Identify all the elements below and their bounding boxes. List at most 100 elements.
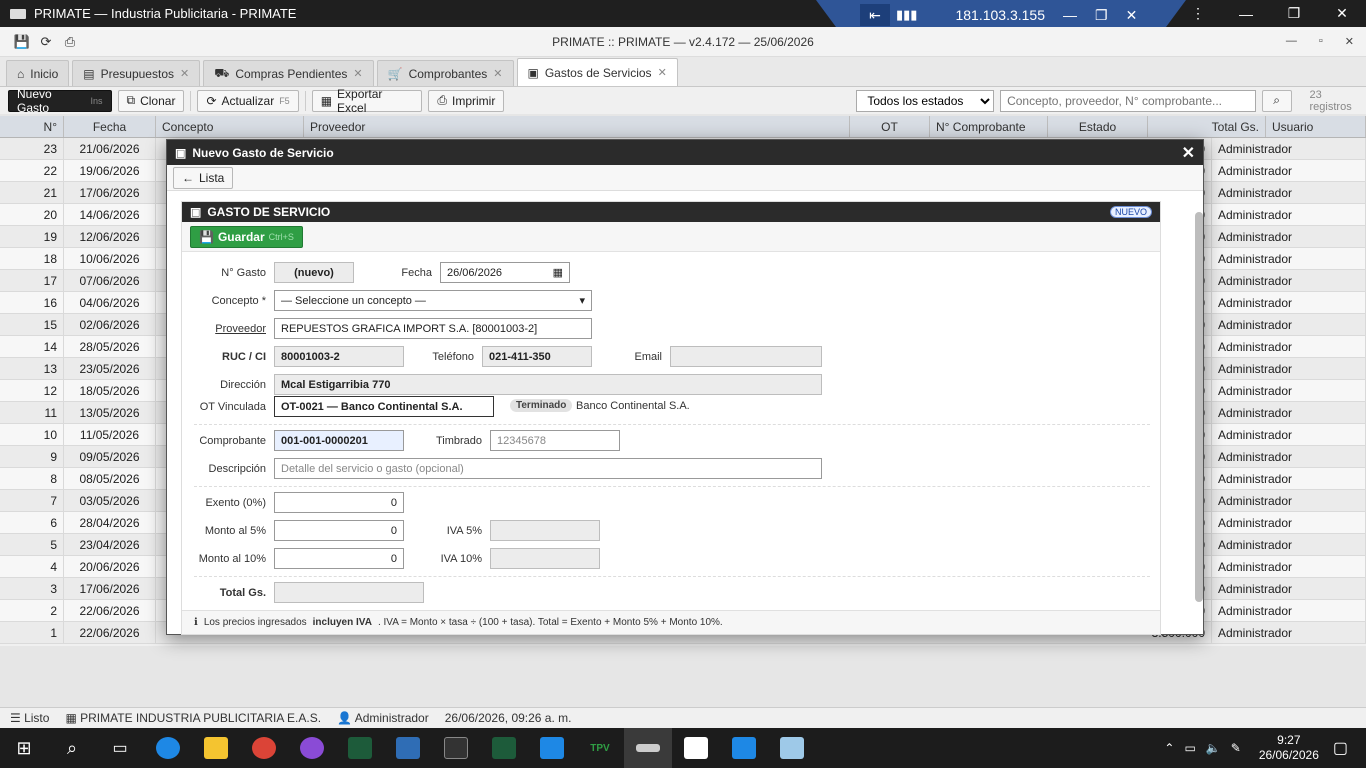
status-datetime: 26/06/2026, 09:26 a. m. <box>444 711 572 725</box>
tab-compras-pendientes[interactable]: ⛟ Compras Pendientes ✕ <box>203 60 374 86</box>
clone-button[interactable]: ⧉ Clonar <box>117 89 185 112</box>
chevron-up-icon[interactable]: ⌃ <box>1164 741 1174 755</box>
app-icon[interactable] <box>480 728 528 768</box>
document-icon: ▤ <box>83 66 95 81</box>
more-icon[interactable]: ⋮ <box>1174 5 1222 22</box>
ot-field[interactable]: OT-0021 — Banco Continental S.A. <box>274 396 494 417</box>
label-iva10: IVA 10% <box>440 553 482 565</box>
tab-gastos-de-servicios[interactable]: ▣ Gastos de Servicios ✕ <box>516 58 678 86</box>
rdp-close-icon[interactable]: ✕ <box>1126 7 1138 24</box>
record-count: 23 registros <box>1309 88 1352 113</box>
iva-note: ℹ Los precios ingresados incluyen IVA . … <box>182 610 1160 634</box>
remote-ip: 181.103.3.155 <box>955 7 1045 23</box>
rdp-restore-icon[interactable]: ❐ <box>1095 7 1108 24</box>
notifications-icon[interactable]: ▢ <box>1333 738 1348 758</box>
edge-icon[interactable] <box>144 728 192 768</box>
search-input[interactable] <box>1000 89 1256 112</box>
description-field[interactable]: Detalle del servicio o gasto (opcional) <box>274 458 822 479</box>
ruc-field: 80001003-2 <box>274 346 404 367</box>
clock[interactable]: 9:27 26/06/2026 <box>1259 733 1319 763</box>
app-icon[interactable] <box>336 728 384 768</box>
app-restore-icon[interactable]: ▫ <box>1319 35 1323 48</box>
remote-desktop-bar: ⇤ ▮▮▮ 181.103.3.155 — ❐ ✕ <box>816 0 1186 30</box>
label-descripcion: Descripción <box>208 463 266 475</box>
refresh-icon: ⟳ <box>206 93 217 108</box>
amount-10-field[interactable]: 0 <box>274 548 404 569</box>
search-taskbar-icon[interactable]: ⌕ <box>48 728 96 768</box>
rdp-minimize-icon[interactable]: — <box>1063 7 1077 23</box>
github-icon[interactable] <box>288 728 336 768</box>
timbrado-field[interactable]: 12345678 <box>490 430 620 451</box>
print-icon[interactable]: ⎙ <box>58 34 82 50</box>
user-icon: 👤 <box>337 711 355 725</box>
label-ot: OT Vinculada <box>199 401 266 413</box>
tab-close-icon[interactable]: ✕ <box>353 67 362 80</box>
start-button[interactable]: ⊞ <box>0 728 48 768</box>
modal-close-icon[interactable]: ✕ <box>1182 143 1195 163</box>
window-controls: ⋮ — ❐ ✕ <box>1174 0 1366 27</box>
tab-comprobantes[interactable]: 🛒 Comprobantes ✕ <box>376 60 514 86</box>
state-filter-select[interactable]: Todos los estados <box>856 89 995 112</box>
tab-close-icon[interactable]: ✕ <box>493 67 502 80</box>
maximize-icon[interactable]: ❐ <box>1270 5 1318 22</box>
divider <box>194 424 1150 425</box>
label-comprobante: Comprobante <box>199 435 266 447</box>
vscode-icon[interactable] <box>720 728 768 768</box>
iva-10-field <box>490 548 600 569</box>
exempt-amount-field[interactable]: 0 <box>274 492 404 513</box>
app-icon[interactable] <box>672 728 720 768</box>
pen-icon[interactable]: ✎ <box>1231 741 1241 755</box>
save-icon[interactable]: 💾 <box>10 34 34 50</box>
terminal-icon[interactable] <box>432 728 480 768</box>
arrow-left-icon: ← <box>182 170 194 185</box>
label-nro: N° Gasto <box>221 267 266 279</box>
back-to-list-button[interactable]: ← Lista <box>173 166 234 189</box>
tab-close-icon[interactable]: ✕ <box>180 67 189 80</box>
pin-icon[interactable]: ⇤ <box>860 4 890 26</box>
save-bar: 💾 Guardar Ctrl+S <box>182 222 1160 252</box>
volume-icon[interactable]: 🔈 <box>1206 741 1221 755</box>
status-ready: ☰ Listo <box>10 711 50 725</box>
clipboard-icon: ▣ <box>175 145 187 160</box>
tab-presupuestos[interactable]: ▤ Presupuestos ✕ <box>72 60 201 86</box>
app-minimize-icon[interactable]: — <box>1286 35 1297 48</box>
chevron-down-icon: ▾ <box>579 295 585 307</box>
minimize-icon[interactable]: — <box>1222 6 1270 22</box>
app-icon[interactable] <box>528 728 576 768</box>
tpv-icon[interactable]: TPV <box>576 728 624 768</box>
close-icon[interactable]: ✕ <box>1318 5 1366 22</box>
concept-select[interactable]: — Seleccione un concepto — ▾ <box>274 290 592 311</box>
task-view-icon[interactable]: ▭ <box>96 728 144 768</box>
notion-icon[interactable] <box>384 728 432 768</box>
search-button[interactable]: ⌕ <box>1261 89 1292 112</box>
tab-close-icon[interactable]: ✕ <box>658 66 667 79</box>
print-button[interactable]: ⎙ Imprimir <box>428 89 505 112</box>
export-excel-button[interactable]: ▦ Exportar Excel <box>311 87 423 115</box>
network-icon[interactable]: ▭ <box>1184 741 1195 755</box>
app-icon[interactable] <box>768 728 816 768</box>
provider-field[interactable]: REPUESTOS GRAFICA IMPORT S.A. [80001003-… <box>274 318 592 339</box>
app-close-icon[interactable]: ✕ <box>1345 35 1354 48</box>
calendar-icon[interactable]: ▦ <box>553 266 563 279</box>
chrome-icon[interactable] <box>240 728 288 768</box>
new-expense-modal: ▣ Nuevo Gasto de Servicio ✕ ← Lista ▣ GAS… <box>166 139 1204 635</box>
label-proveedor[interactable]: Proveedor <box>182 323 266 335</box>
label-ruc: RUC / CI <box>222 351 266 363</box>
tab-bar: ⌂ Inicio ▤ Presupuestos ✕ ⛟ Compras Pendient… <box>0 57 1366 87</box>
tab-inicio[interactable]: ⌂ Inicio <box>6 60 70 86</box>
spreadsheet-icon: ▦ <box>320 93 333 108</box>
voucher-field[interactable]: 001-001-0000201 <box>274 430 404 451</box>
reload-icon[interactable]: ⟳ <box>34 34 58 50</box>
ot-client: Banco Continental S.A. <box>576 400 690 412</box>
app-logo-icon <box>10 8 26 19</box>
label-email: Email <box>634 351 662 363</box>
label-total: Total Gs. <box>219 587 266 599</box>
amount-5-field[interactable]: 0 <box>274 520 404 541</box>
primate-taskbar-icon[interactable] <box>624 728 672 768</box>
save-button[interactable]: 💾 Guardar Ctrl+S <box>190 225 303 248</box>
modal-scrollbar[interactable] <box>1195 198 1203 628</box>
refresh-button[interactable]: ⟳ Actualizar F5 <box>197 89 299 112</box>
date-field[interactable]: 26/06/2026 ▦ <box>440 262 570 283</box>
explorer-icon[interactable] <box>192 728 240 768</box>
new-expense-button[interactable]: Nuevo Gasto Ins <box>8 87 112 115</box>
